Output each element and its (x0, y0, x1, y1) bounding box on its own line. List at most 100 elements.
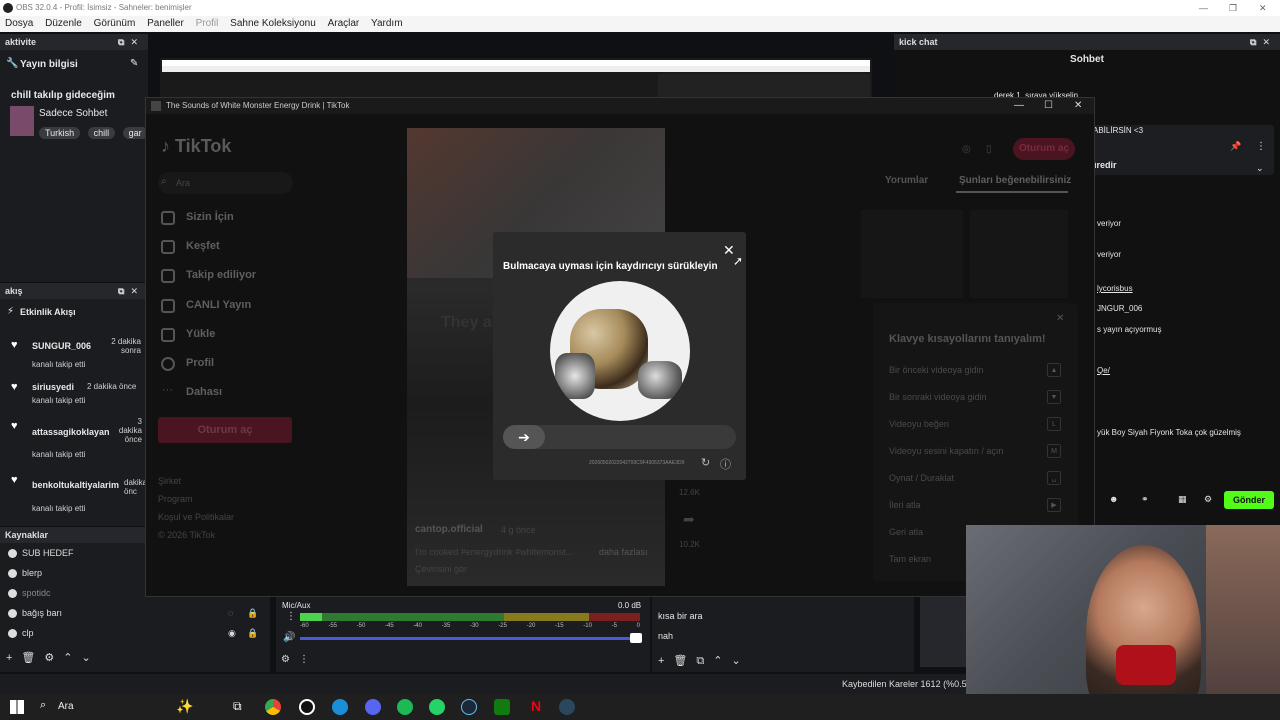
info-icon[interactable]: ⓘ (720, 456, 731, 472)
source-item[interactable]: clp ◉ 🔒 (0, 623, 270, 643)
visibility-hidden-icon[interactable]: ◌ (228, 603, 233, 623)
dock-controls[interactable]: ⧉✕ (1250, 34, 1276, 50)
chevron-down-icon[interactable]: ⌄ (1256, 163, 1264, 174)
search-icon[interactable]: ⌕ (40, 699, 46, 712)
menu-yardim[interactable]: Yardım (371, 18, 403, 29)
taskbar-search[interactable]: Ara (58, 701, 74, 712)
nav-for-you[interactable]: Sizin İçin (186, 211, 234, 223)
aktivite-header-label: aktivite (5, 37, 37, 47)
source-label: spotidc (22, 588, 51, 598)
nav-live[interactable]: CANLI Yayın (186, 299, 251, 311)
pin-icon[interactable]: 📌 (1230, 141, 1241, 152)
close-icon[interactable]: ✕ (1074, 98, 1082, 114)
steam-icon[interactable] (461, 699, 477, 715)
copilot-sparkle-icon[interactable]: ✨ (176, 698, 193, 715)
share-icon[interactable]: ➦ (683, 511, 695, 528)
tiktok-search-input[interactable]: ⌕ Ara (158, 172, 293, 194)
nav-upload[interactable]: Yükle (186, 328, 215, 340)
menu-sahne-koleksiyonu[interactable]: Sahne Koleksiyonu (230, 18, 316, 29)
tick-label: -10 (583, 623, 592, 629)
captcha-slider-handle[interactable]: ➔ (503, 425, 545, 449)
tab-you-may-like[interactable]: Şunları beğenebilirsiniz (959, 175, 1071, 186)
netflix-icon[interactable]: N (531, 698, 541, 714)
scene-item[interactable]: kısa bir ara (658, 611, 703, 621)
tiktok-footer: Şirket Program Koşul ve Politikalar © 20… (158, 472, 234, 544)
refresh-icon[interactable]: ↻ (701, 456, 710, 469)
footer-link[interactable]: Program (158, 490, 234, 508)
menu-araclar[interactable]: Araçlar (328, 18, 360, 29)
gear-icon[interactable]: ⚙︎ (1204, 494, 1212, 505)
event-action: kanalı takip etti (32, 396, 86, 405)
mixer-menu-icon[interactable]: ⋮ (286, 611, 296, 622)
edit-pencil-icon[interactable]: ✎ (130, 58, 138, 69)
nav-more[interactable]: Dahası (186, 386, 222, 398)
mixer-toolbar[interactable]: ⚙︎⋮ (281, 654, 318, 665)
spotify-icon[interactable] (397, 699, 413, 715)
lock-icon[interactable]: 🔒 (247, 603, 258, 623)
whatsapp-icon[interactable] (429, 699, 445, 715)
video-more-link[interactable]: daha fazlası (599, 547, 648, 557)
heart-icon: ♥ (11, 420, 18, 432)
volume-slider[interactable] (300, 637, 640, 640)
minimize-icon[interactable]: — (1199, 0, 1208, 16)
minimize-icon[interactable]: — (1014, 98, 1024, 114)
obs-icon[interactable] (299, 699, 315, 715)
home-icon (161, 211, 175, 225)
windows-start-icon[interactable] (10, 700, 24, 714)
chrome-icon[interactable] (265, 699, 281, 715)
store-icon[interactable]: ▦ (1178, 494, 1187, 505)
footer-link[interactable]: Şirket (158, 472, 234, 490)
top-login-button[interactable]: Oturum aç (1013, 138, 1075, 160)
speaker-icon[interactable]: 🔊 (283, 632, 295, 643)
maximize-icon[interactable]: ☐ (1044, 98, 1053, 114)
edge-icon[interactable] (332, 699, 348, 715)
nav-profile[interactable]: Profil (186, 357, 214, 369)
link-icon[interactable]: ⚭ (1141, 494, 1149, 505)
users-icon (161, 269, 175, 283)
steam-icon[interactable] (559, 699, 575, 715)
close-icon[interactable]: ✕ (1259, 0, 1267, 16)
send-button[interactable]: Gönder (1224, 491, 1274, 509)
menu-paneller[interactable]: Paneller (147, 18, 184, 29)
menu-gorunum[interactable]: Görünüm (94, 18, 136, 29)
aktivite-dock: aktivite ⧉✕ 🔧 Yayın bilgisi ✎ chill takı… (0, 34, 148, 282)
tick-label: -40 (413, 623, 422, 629)
scene-item[interactable]: nah (658, 631, 673, 641)
translate-link[interactable]: Çevirisini gör (415, 564, 467, 574)
heart-icon: ♥ (11, 381, 18, 393)
more-icon[interactable]: ⋮ (1256, 141, 1266, 152)
tiktok-logo[interactable]: ♪ TikTok (161, 136, 231, 157)
dock-controls[interactable]: ⧉✕ (118, 283, 144, 299)
device-icon[interactable]: ▯ (986, 144, 992, 155)
tiktok-login-button[interactable]: Oturum aç (158, 417, 292, 443)
background-shelf (1206, 525, 1280, 720)
menu-duzenle[interactable]: Düzenle (45, 18, 82, 29)
category-thumbnail (10, 106, 34, 136)
nav-explore[interactable]: Keşfet (186, 240, 220, 252)
scenes-toolbar[interactable]: +🗑⧉⌃⌄ (658, 654, 750, 668)
lock-icon[interactable]: 🔒 (247, 623, 258, 643)
task-view-icon[interactable]: ⧉ (233, 699, 242, 714)
tab-comments[interactable]: Yorumlar (885, 175, 928, 186)
volume-slider-handle[interactable] (630, 633, 642, 643)
xbox-icon[interactable] (494, 699, 510, 715)
visibility-icon[interactable]: ◉ (228, 623, 236, 643)
browser-window-title: The Sounds of White Monster Energy Drink… (166, 101, 350, 110)
suggested-video-thumb[interactable] (970, 210, 1068, 298)
nav-following[interactable]: Takip ediliyor (186, 269, 256, 281)
menu-dosya[interactable]: Dosya (5, 18, 33, 29)
video-author[interactable]: cantop.official (415, 524, 483, 535)
maximize-icon[interactable]: ❐ (1229, 0, 1237, 16)
dock-controls[interactable]: ⧉✕ (118, 34, 144, 50)
sources-toolbar[interactable]: +🗑⚙︎⌃⌄ (6, 651, 100, 664)
chat-message: lycorisbus (1097, 284, 1133, 293)
footer-link[interactable]: Koşul ve Politikalar (158, 508, 234, 526)
discord-icon[interactable] (365, 699, 381, 715)
emoji-icon[interactable]: ☻ (1109, 494, 1118, 504)
suggested-video-thumb[interactable] (861, 210, 963, 298)
source-label: clp (22, 628, 34, 638)
source-item[interactable]: bağış barı ◌ 🔒 (0, 603, 270, 623)
menu-profil[interactable]: Profil (196, 18, 219, 29)
close-icon[interactable]: ✕ (1056, 313, 1064, 324)
compass-icon[interactable]: ◎ (962, 144, 971, 155)
